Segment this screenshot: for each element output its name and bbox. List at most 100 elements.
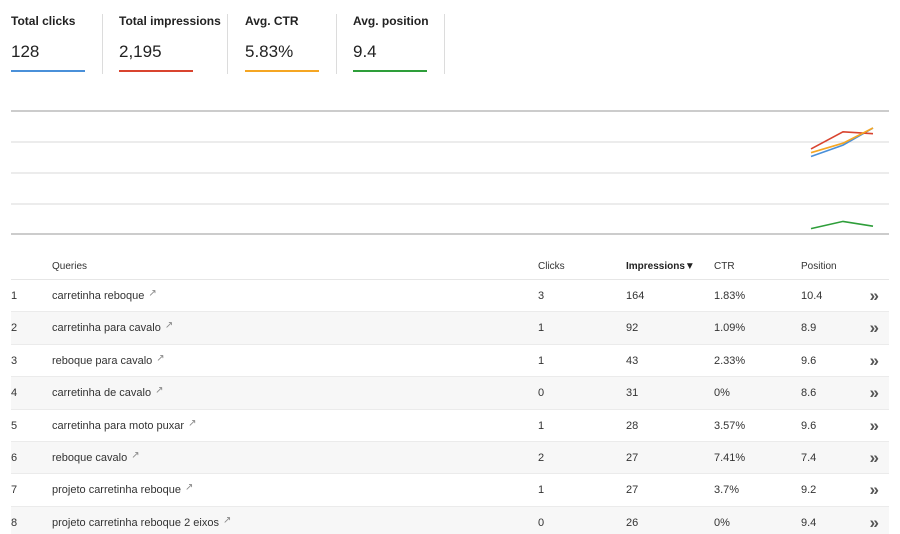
chart-series-line [810, 220, 874, 230]
external-link-icon[interactable]: ↗ [131, 450, 139, 461]
double-chevron-right-icon[interactable]: » [870, 513, 879, 533]
row-index: 2 [11, 322, 17, 334]
clicks-value-text: 0 [538, 516, 545, 529]
row-index-text: 2 [11, 322, 18, 335]
metric-avg-position[interactable]: Avg. position 9.4 [342, 0, 445, 76]
query-link[interactable]: reboque cavalo ↗ [52, 450, 140, 464]
clicks-value: 2 [538, 452, 544, 464]
external-link-icon[interactable]: ↗ [188, 418, 196, 429]
clicks-value-text: 1 [538, 419, 545, 432]
metrics-bar: Total clicks 128 Total impressions 2,195… [0, 0, 900, 80]
double-chevron-right-icon[interactable]: » [870, 318, 879, 338]
double-chevron-right-icon[interactable]: » [870, 286, 879, 306]
ctr-value-text: 0% [714, 516, 730, 529]
impressions-value: 27 [626, 452, 638, 464]
row-index-text: 4 [11, 387, 18, 400]
position-value-text: 9.6 [801, 354, 817, 367]
header-impressions[interactable]: Impressions▼ [626, 261, 695, 272]
metric-label: Total impressions [119, 14, 221, 28]
row-index-text: 6 [11, 451, 18, 464]
table-body: 1 carretinha reboque ↗ 3 164 1.83% 10.4» 2 carre… [11, 280, 889, 534]
row-index: 8 [11, 517, 17, 529]
external-link-icon[interactable]: ↗ [185, 482, 193, 493]
table-row[interactable]: 8 projeto carretinha reboque 2 eixos ↗ 0 26 0… [11, 506, 889, 534]
impressions-value-text: 164 [626, 290, 645, 302]
query-link[interactable]: projeto carretinha reboque ↗ [52, 482, 193, 497]
double-chevron-right-icon[interactable]: » [870, 383, 879, 403]
ctr-value: 3.7% [714, 484, 739, 496]
external-link-icon[interactable]: ↗ [165, 320, 173, 331]
clicks-value-text: 2 [538, 451, 545, 464]
clicks-value: 3 [538, 290, 544, 302]
metric-color-line [245, 70, 319, 72]
position-value: 9.6 [801, 355, 816, 367]
metric-value: 2,195 [119, 42, 162, 61]
table-header: Queries Clicks Impressions▼ CTR Position [11, 252, 889, 280]
ctr-value: 2.33% [714, 355, 745, 367]
metric-avg-ctr[interactable]: Avg. CTR 5.83% [234, 0, 337, 76]
table-row[interactable]: 4 carretinha de cavalo ↗ 0 31 0% 8.6 » [11, 377, 889, 410]
external-link-icon[interactable]: ↗ [155, 385, 163, 396]
queries-table: Queries Clicks Impressions▼ CTR Position… [11, 252, 889, 534]
impressions-value-text: 26 [626, 516, 639, 529]
query-link-text: projeto carretinha reboque [52, 484, 182, 497]
table-row[interactable]: 6 reboque cavalo ↗ 2 27 7.41% 7.4 » [11, 441, 889, 475]
query-link-text: carretinha reboque [52, 290, 145, 302]
impressions-value: 164 [626, 290, 644, 302]
header-position[interactable]: Position [801, 261, 837, 272]
clicks-value-text: 1 [538, 484, 545, 497]
double-chevron-right-icon[interactable]: » [870, 416, 879, 436]
metric-color-line [353, 70, 427, 72]
impressions-value: 92 [626, 322, 638, 334]
query-link[interactable]: carretinha de cavalo ↗ [52, 385, 163, 399]
row-index: 3 [11, 355, 17, 367]
table-row[interactable]: 1 carretinha reboque ↗ 3 164 1.83% 10.4 » [11, 280, 889, 313]
header-ctr[interactable]: CTR [714, 261, 735, 272]
table-row[interactable]: 5 carretinha para moto puxar ↗ 1 28 3.57% 9.6 » [11, 410, 889, 442]
position-value-text: 9.2 [801, 484, 817, 497]
table-row[interactable]: 2 carretinha para cavalo ↗ 1 92 1.09% 8.9 » [11, 312, 889, 345]
row-index: 1 [11, 290, 17, 302]
clicks-value: 0 [538, 517, 544, 529]
impressions-value: 27 [626, 484, 638, 496]
clicks-value: 0 [538, 387, 544, 399]
query-link-text: carretinha para cavalo [52, 322, 161, 335]
table-row[interactable]: 7 projeto carretinha reboque ↗ 1 27 3.7% 9.2 » [11, 474, 889, 507]
metric-total-clicks[interactable]: Total clicks 128 [0, 0, 103, 76]
header-queries[interactable]: Queries [52, 261, 87, 272]
query-link[interactable]: carretinha reboque ↗ [52, 288, 157, 302]
impressions-value: 31 [626, 387, 638, 399]
query-link[interactable]: reboque para cavalo ↗ [52, 353, 165, 367]
external-link-icon[interactable]: ↗ [156, 353, 164, 364]
row-index: 6 [11, 452, 17, 464]
position-value: 9.6 [801, 420, 816, 432]
clicks-value-text: 1 [538, 354, 545, 367]
double-chevron-right-icon[interactable]: » [870, 351, 879, 371]
clicks-value-text: 3 [538, 290, 545, 302]
ctr-value: 1.83% [714, 290, 745, 302]
metric-total-impressions[interactable]: Total impressions 2,195 [108, 0, 228, 76]
position-value-text: 8.9 [801, 322, 817, 335]
external-link-icon[interactable]: ↗ [148, 288, 156, 299]
impressions-value: 26 [626, 517, 638, 529]
impressions-value-text: 27 [626, 484, 639, 497]
query-link-text: reboque cavalo [52, 451, 128, 464]
ctr-value: 3.57% [714, 420, 745, 432]
ctr-value-text: 1.83% [714, 290, 746, 302]
ctr-value-text: 0% [714, 387, 730, 400]
external-link-icon[interactable]: ↗ [223, 515, 231, 526]
query-link[interactable]: projeto carretinha reboque 2 eixos ↗ [52, 515, 231, 529]
position-value-text: 8.6 [801, 387, 817, 400]
impressions-value-text: 92 [626, 322, 639, 335]
ctr-value-text: 1.09% [714, 322, 746, 335]
query-link[interactable]: carretinha para cavalo ↗ [52, 320, 173, 335]
position-value: 10.4 [801, 290, 822, 302]
position-value: 7.4 [801, 452, 816, 464]
double-chevron-right-icon[interactable]: » [870, 448, 879, 468]
double-chevron-right-icon[interactable]: » [870, 480, 879, 500]
row-index-text: 5 [11, 419, 18, 432]
position-value-text: 9.4 [801, 516, 817, 529]
query-link[interactable]: carretinha para moto puxar ↗ [52, 418, 196, 432]
header-clicks[interactable]: Clicks [538, 261, 565, 272]
table-row[interactable]: 3 reboque para cavalo ↗ 1 43 2.33% 9.6 » [11, 345, 889, 378]
